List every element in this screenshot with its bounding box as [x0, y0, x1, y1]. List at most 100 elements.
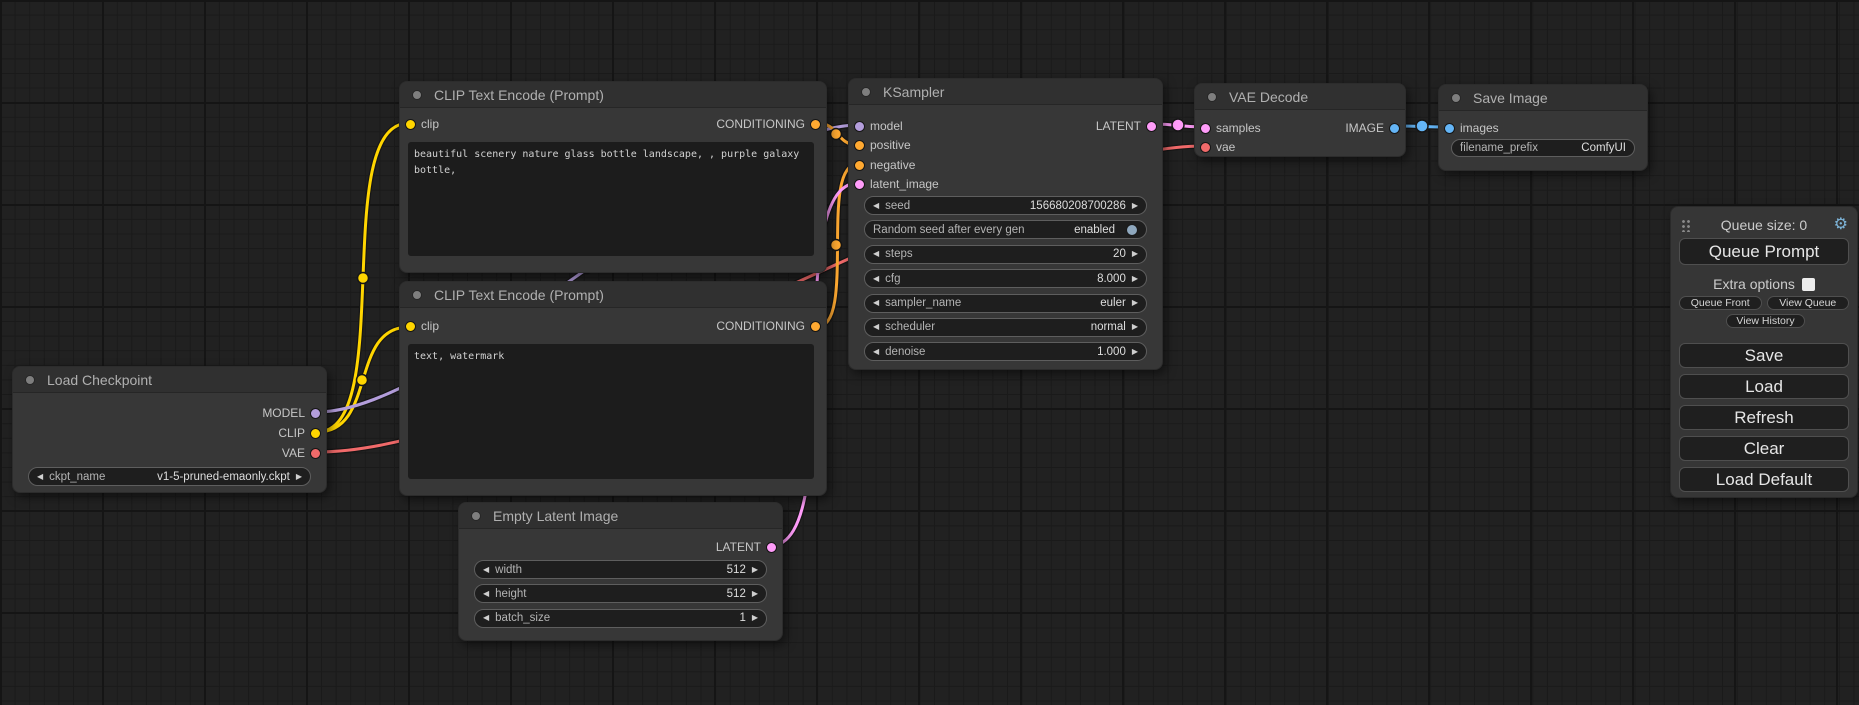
next-arrow-icon[interactable]: ▶ [1132, 299, 1138, 307]
negative-prompt-textarea[interactable]: text, watermark [408, 344, 814, 479]
filename-prefix-widget[interactable]: filename_prefix ComfyUI [1451, 139, 1635, 157]
prev-arrow-icon[interactable]: ◀ [483, 614, 489, 622]
seed-widget[interactable]: ◀seed156680208700286▶ [864, 196, 1147, 215]
port-model-output[interactable] [310, 408, 321, 419]
node-save-image[interactable]: Save Image images filename_prefix ComfyU… [1438, 84, 1648, 171]
prev-arrow-icon[interactable]: ◀ [873, 323, 879, 331]
prev-arrow-icon[interactable]: ◀ [483, 590, 489, 598]
steps-widget[interactable]: ◀steps20▶ [864, 245, 1147, 264]
node-ksampler[interactable]: KSampler model LATENT positive negative … [848, 78, 1163, 370]
wire-midpoint-dot [1172, 119, 1184, 131]
output-label-conditioning: CONDITIONING [716, 316, 805, 336]
port-images-input[interactable] [1444, 123, 1455, 134]
load-default-button[interactable]: Load Default [1679, 467, 1849, 492]
widget-value[interactable]: 1 [739, 612, 745, 624]
collapse-dot-icon[interactable] [1207, 92, 1217, 102]
next-arrow-icon[interactable]: ▶ [1132, 202, 1138, 210]
next-arrow-icon[interactable]: ▶ [1132, 323, 1138, 331]
widget-value[interactable]: 156680208700286 [1030, 200, 1126, 212]
collapse-dot-icon[interactable] [412, 290, 422, 300]
widget-label: filename_prefix [1460, 142, 1538, 154]
view-history-button[interactable]: View History [1726, 314, 1805, 328]
next-arrow-icon[interactable]: ▶ [752, 614, 758, 622]
port-vae-input[interactable] [1200, 142, 1211, 153]
widget-label: height [495, 588, 526, 600]
prev-arrow-icon[interactable]: ◀ [873, 202, 879, 210]
ckpt-name-widget[interactable]: ◀ ckpt_name v1-5-pruned-emaonly.ckpt ▶ [28, 467, 311, 486]
port-conditioning-output[interactable] [810, 321, 821, 332]
batch-size-widget[interactable]: ◀batch_size1▶ [474, 609, 767, 628]
clear-button[interactable]: Clear [1679, 436, 1849, 461]
next-arrow-icon[interactable]: ▶ [1132, 275, 1138, 283]
next-arrow-icon[interactable]: ▶ [1132, 348, 1138, 356]
prev-arrow-icon[interactable]: ◀ [37, 473, 43, 481]
widget-value[interactable]: ComfyUI [1581, 142, 1626, 154]
queue-front-button[interactable]: Queue Front [1679, 296, 1762, 310]
port-conditioning-output[interactable] [810, 119, 821, 130]
collapse-dot-icon[interactable] [412, 90, 422, 100]
collapse-dot-icon[interactable] [1451, 93, 1461, 103]
height-widget[interactable]: ◀ height 512 ▶ [474, 584, 767, 603]
denoise-widget[interactable]: ◀denoise1.000▶ [864, 342, 1147, 361]
widget-value[interactable]: 512 [727, 588, 746, 600]
next-arrow-icon[interactable]: ▶ [752, 590, 758, 598]
load-button[interactable]: Load [1679, 374, 1849, 399]
positive-prompt-textarea[interactable]: beautiful scenery nature glass bottle la… [408, 142, 814, 256]
widget-label: width [495, 564, 522, 576]
port-samples-input[interactable] [1200, 123, 1211, 134]
collapse-dot-icon[interactable] [25, 375, 35, 385]
prev-arrow-icon[interactable]: ◀ [873, 348, 879, 356]
port-latent-output[interactable] [1146, 121, 1157, 132]
save-button[interactable]: Save [1679, 343, 1849, 368]
widget-value[interactable]: 8.000 [1097, 273, 1126, 285]
port-clip-input[interactable] [405, 321, 416, 332]
widget-value[interactable]: 20 [1113, 248, 1126, 260]
next-arrow-icon[interactable]: ▶ [296, 473, 302, 481]
collapse-dot-icon[interactable] [471, 511, 481, 521]
collapse-dot-icon[interactable] [861, 87, 871, 97]
gear-icon[interactable]: ⚙ [1834, 215, 1848, 235]
port-positive-input[interactable] [854, 140, 865, 151]
node-clip-text-encode-negative[interactable]: CLIP Text Encode (Prompt) clip CONDITION… [399, 281, 827, 496]
random-seed-toggle-widget[interactable]: Random seed after every genenabled [864, 220, 1147, 239]
toggle-dot-icon[interactable] [1126, 224, 1138, 236]
wire-midpoint-dot [357, 375, 368, 386]
port-model-input[interactable] [854, 121, 865, 132]
sampler-name-widget[interactable]: ◀sampler_nameeuler▶ [864, 294, 1147, 313]
queue-prompt-button[interactable]: Queue Prompt [1679, 238, 1849, 265]
scheduler-widget[interactable]: ◀schedulernormal▶ [864, 318, 1147, 337]
port-negative-input[interactable] [854, 160, 865, 171]
port-latent-image-input[interactable] [854, 179, 865, 190]
port-clip-input[interactable] [405, 119, 416, 130]
node-graph-canvas[interactable]: Load Checkpoint MODEL CLIP VAE ◀ ckpt_na… [0, 0, 1859, 705]
node-title: Save Image [1473, 90, 1548, 106]
port-latent-output[interactable] [766, 542, 777, 553]
widget-value[interactable]: 512 [727, 564, 746, 576]
refresh-button[interactable]: Refresh [1679, 405, 1849, 430]
prev-arrow-icon[interactable]: ◀ [873, 299, 879, 307]
view-queue-button[interactable]: View Queue [1767, 296, 1850, 310]
port-clip-output[interactable] [310, 428, 321, 439]
width-widget[interactable]: ◀ width 512 ▶ [474, 560, 767, 579]
input-label-latent-image: latent_image [870, 174, 939, 194]
next-arrow-icon[interactable]: ▶ [752, 566, 758, 574]
next-arrow-icon[interactable]: ▶ [1132, 250, 1138, 258]
prev-arrow-icon[interactable]: ◀ [873, 275, 879, 283]
port-vae-output[interactable] [310, 448, 321, 459]
extra-options-checkbox[interactable] [1802, 278, 1815, 291]
node-clip-text-encode-positive[interactable]: CLIP Text Encode (Prompt) clip CONDITION… [399, 81, 827, 273]
queue-control-panel: Queue size: 0 ⚙ Queue Prompt Extra optio… [1670, 206, 1858, 498]
widget-value[interactable]: v1-5-pruned-emaonly.ckpt [157, 471, 290, 483]
node-empty-latent-image[interactable]: Empty Latent Image LATENT ◀width512▶ ◀he… [458, 502, 783, 641]
prev-arrow-icon[interactable]: ◀ [483, 566, 489, 574]
port-image-output[interactable] [1389, 123, 1400, 134]
widget-value[interactable]: euler [1100, 297, 1126, 309]
cfg-widget[interactable]: ◀cfg8.000▶ [864, 269, 1147, 288]
prev-arrow-icon[interactable]: ◀ [873, 250, 879, 258]
wire-midpoint-dot [831, 240, 842, 251]
widget-value[interactable]: normal [1091, 321, 1126, 333]
node-vae-decode[interactable]: VAE Decode samples IMAGE vae [1194, 83, 1406, 157]
node-load-checkpoint[interactable]: Load Checkpoint MODEL CLIP VAE ◀ ckpt_na… [12, 366, 327, 493]
wire-midpoint-dot [358, 273, 369, 284]
widget-value[interactable]: 1.000 [1097, 346, 1126, 358]
